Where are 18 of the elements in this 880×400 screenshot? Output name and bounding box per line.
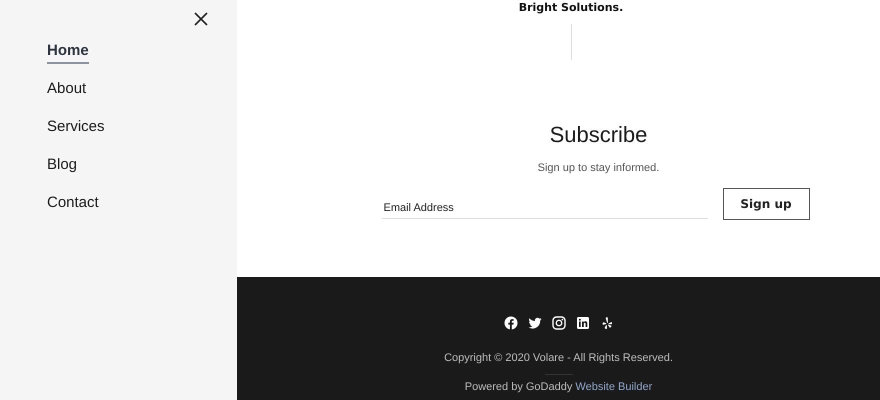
tagline: Bright Solutions. [518, 0, 624, 14]
close-icon[interactable] [194, 12, 208, 26]
subscribe-text: Sign up to stay informed. [538, 162, 660, 174]
copyright-text: Copyright © 2020 Volare - All Rights Reserved. [444, 352, 673, 364]
menu-item[interactable]: Contact [47, 194, 99, 216]
menu-item[interactable]: Blog [47, 156, 78, 178]
sign-up-button[interactable]: Sign up [722, 188, 810, 220]
linkedin-icon[interactable] [576, 316, 590, 330]
facebook-icon[interactable] [504, 316, 518, 330]
burst-icon[interactable] [600, 316, 614, 330]
subscribe-heading: Subscribe [550, 122, 648, 148]
bird-icon[interactable] [528, 316, 542, 330]
website-builder-link[interactable]: Website Builder [575, 381, 652, 393]
menu-item[interactable]: Services [47, 118, 105, 140]
powered-by-text: Powered by GoDaddy [464, 381, 572, 393]
instagram-icon[interactable] [552, 316, 566, 330]
menu-item[interactable]: Home [47, 42, 89, 64]
menu-item[interactable]: About [47, 80, 86, 102]
